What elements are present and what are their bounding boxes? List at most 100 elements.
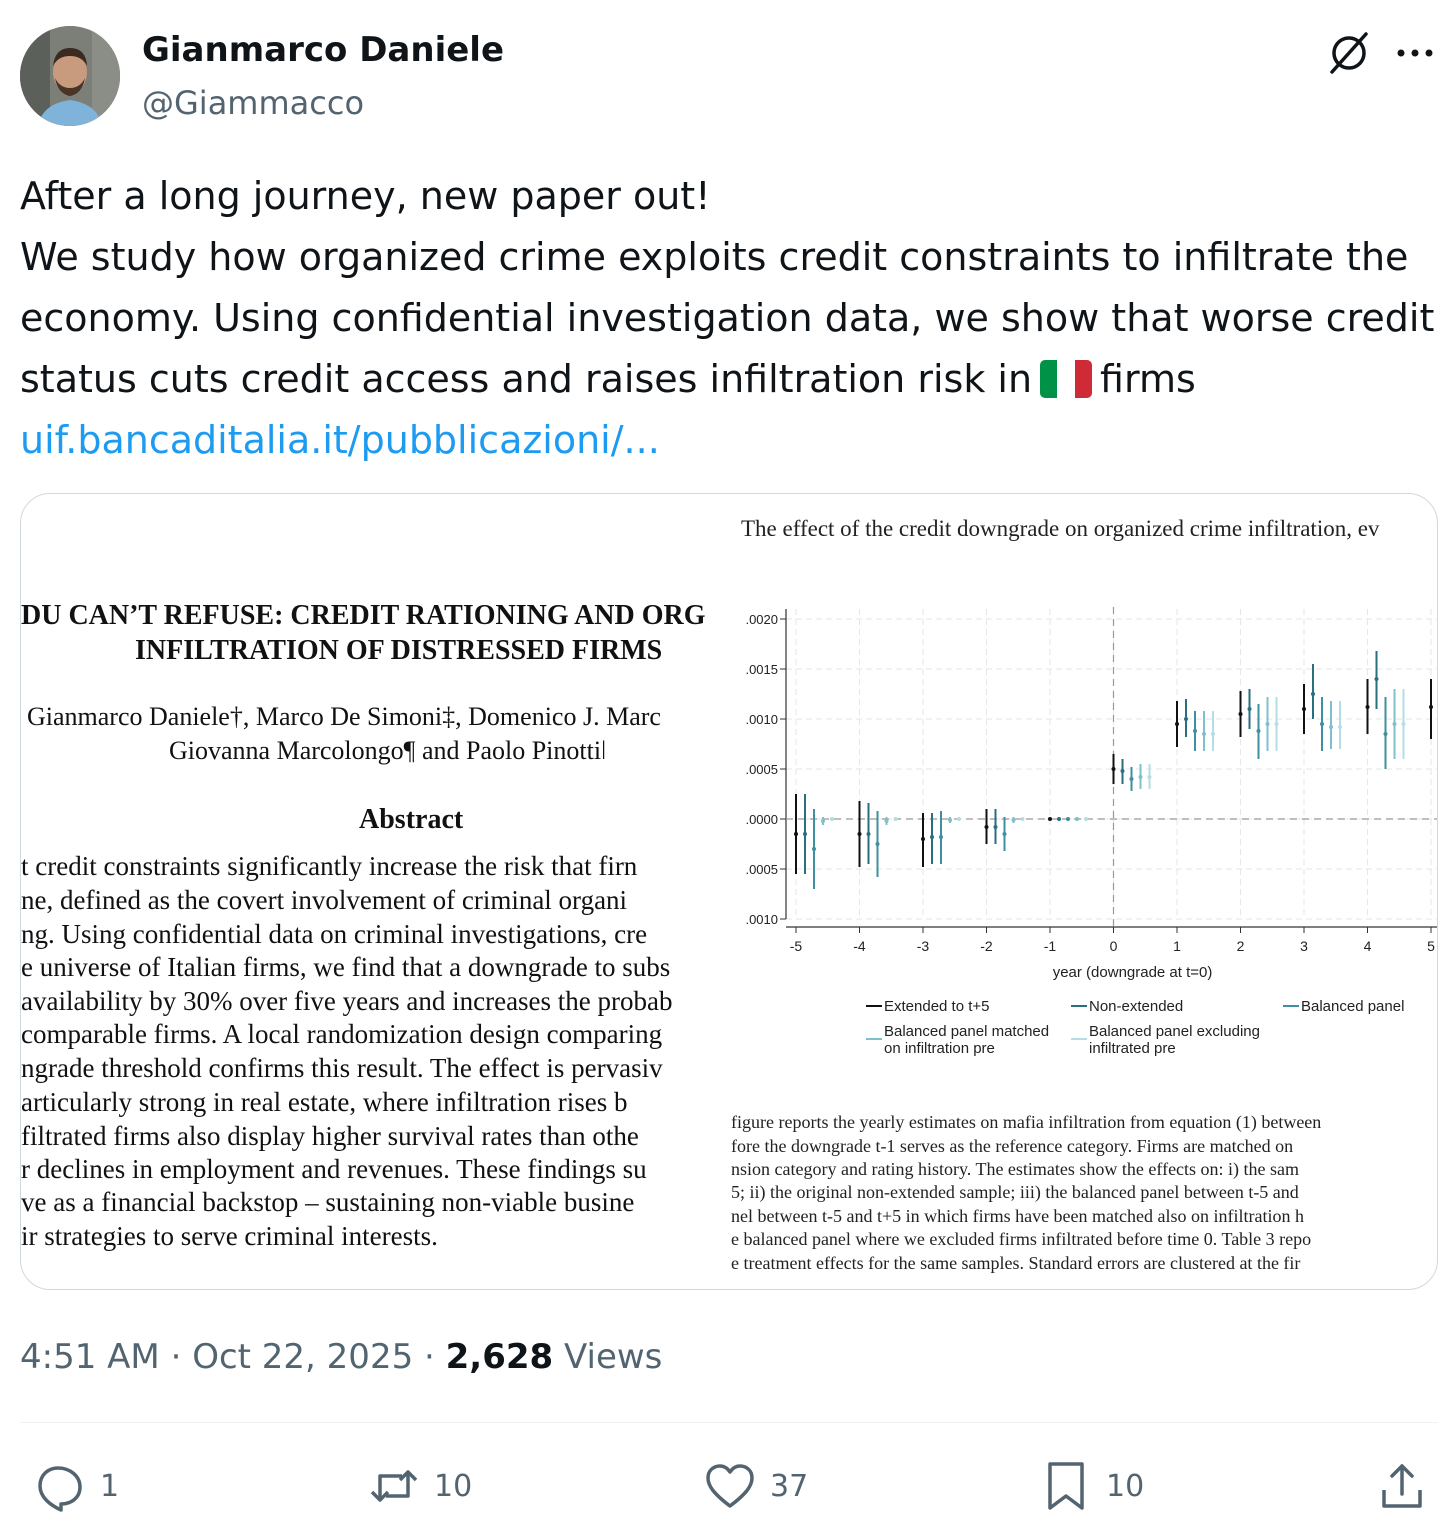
abstract-line: ngrade threshold confirms this result. T… <box>21 1053 663 1083</box>
abstract-line: availability by 30% over five years and … <box>21 986 673 1016</box>
point-estimate <box>1274 722 1279 726</box>
x-tick-label: -4 <box>853 938 866 954</box>
point-estimate <box>1147 775 1152 779</box>
meta-separator: · <box>424 1337 435 1377</box>
repost-button[interactable]: 10 <box>368 1458 472 1514</box>
handle[interactable]: @Giammacco <box>142 84 364 122</box>
caption-line: e balanced panel where we excluded firms… <box>731 1229 1312 1249</box>
abstract-line: e universe of Italian firms, we find tha… <box>21 952 671 982</box>
more-icon[interactable] <box>1394 30 1436 76</box>
paper-authors: Giovanna Marcolongo¶ and Paolo Pinottiǀ <box>169 736 607 765</box>
reply-button[interactable]: 1 <box>34 1458 119 1514</box>
avatar[interactable] <box>20 26 120 126</box>
point-estimate <box>830 817 834 821</box>
abstract-line: t credit constraints significantly incre… <box>21 851 638 881</box>
reply-icon <box>38 1466 82 1512</box>
repost-count: 10 <box>434 1468 473 1504</box>
tweet-time[interactable]: 4:51 AM <box>20 1337 160 1377</box>
x-tick-label: 1 <box>1173 938 1181 954</box>
y-tick-label: .0015 <box>745 662 778 677</box>
abstract-line: r declines in employment and revenues. T… <box>21 1154 647 1184</box>
point-estimate <box>993 825 998 829</box>
paper-authors: Gianmarco Daniele†, Marco De Simoni‡, Do… <box>27 702 661 731</box>
point-estimate <box>1338 725 1342 729</box>
reply-count: 1 <box>100 1468 120 1504</box>
tweet-line-text: firms <box>1100 357 1196 401</box>
point-estimate <box>884 819 889 823</box>
legend-label: Extended to t+5 <box>884 998 990 1015</box>
legend-label: Balanced panel matched <box>884 1023 1049 1040</box>
italy-flag-icon <box>1040 360 1093 398</box>
tweet-link[interactable]: uif.bancaditalia.it/pubblicazioni/... <box>20 410 1440 471</box>
share-icon <box>1382 1464 1422 1508</box>
point-estimate <box>1429 705 1433 709</box>
abstract-line: articularly strong in real estate, where… <box>21 1087 628 1117</box>
like-button[interactable]: 37 <box>704 1458 808 1514</box>
y-tick-label: .0005 <box>745 762 778 777</box>
views-label: Views <box>564 1337 663 1377</box>
abstract-line: ir strategies to serve criminal interest… <box>21 1221 438 1251</box>
point-estimate <box>1193 729 1197 733</box>
x-tick-label: -1 <box>1044 938 1057 954</box>
caption-line: nsion category and rating history. The e… <box>731 1159 1300 1179</box>
grok-icon[interactable] <box>1326 30 1372 76</box>
y-tick-label: .0020 <box>745 612 778 627</box>
point-estimate <box>1320 722 1324 726</box>
tweet-text: After a long journey, new paper out! We … <box>20 166 1440 471</box>
paper-title-line: DU CAN’T REFUSE: CREDIT RATIONING AND OR… <box>21 600 706 631</box>
point-estimate <box>794 832 798 836</box>
point-estimate <box>1238 712 1243 716</box>
point-estimate <box>821 819 825 823</box>
x-tick-label: 5 <box>1427 938 1435 954</box>
x-tick-label: 0 <box>1110 938 1118 954</box>
share-button[interactable] <box>1376 1458 1428 1514</box>
y-tick-label: .0005 <box>745 862 778 877</box>
point-estimate <box>875 842 880 846</box>
caption-line: e treatment effects for the same samples… <box>731 1253 1301 1273</box>
paper-excerpt: DU CAN’T REFUSE: CREDIT RATIONING AND OR… <box>21 494 731 1289</box>
media-image[interactable]: DU CAN’T REFUSE: CREDIT RATIONING AND OR… <box>20 493 1438 1290</box>
x-tick-label: 2 <box>1237 938 1245 954</box>
point-estimate <box>1184 717 1188 721</box>
y-tick-label: .0000 <box>745 812 778 827</box>
x-tick-label: -2 <box>980 938 993 954</box>
bookmark-button[interactable]: 10 <box>1040 1458 1144 1514</box>
meta-separator: · <box>170 1337 182 1377</box>
y-tick-label: .0010 <box>745 712 778 727</box>
point-estimate <box>1265 722 1270 726</box>
y-tick-label: .0010 <box>745 912 778 927</box>
point-estimate <box>866 832 871 836</box>
abstract-heading: Abstract <box>359 804 464 835</box>
point-estimate <box>1138 775 1143 779</box>
point-estimate <box>957 817 961 821</box>
views-count: 2,628 <box>445 1337 554 1377</box>
point-estimate <box>1329 725 1333 729</box>
point-estimate <box>1084 817 1088 821</box>
point-estimate <box>893 817 898 821</box>
point-estimate <box>1129 777 1134 781</box>
tweet-date[interactable]: Oct 22, 2025 <box>192 1337 413 1377</box>
point-estimate <box>1374 677 1379 681</box>
event-study-chart: .0020 .0015 .0010 .0005 .0000 .0005 .0010 -5 -4 -… <box>745 607 1437 1057</box>
caption-line: nel between t-5 and t+5 in which firms h… <box>731 1206 1304 1226</box>
like-count: 37 <box>770 1468 809 1504</box>
caption-line: fore the downgrade t-1 serves as the ref… <box>731 1136 1294 1156</box>
point-estimate <box>1002 832 1007 836</box>
tweet-line: We study how organized crime exploits cr… <box>20 235 1409 279</box>
point-estimate <box>1401 722 1406 726</box>
abstract-line: filtrated firms also display higher surv… <box>21 1121 639 1151</box>
divider <box>20 1422 1438 1423</box>
x-tick-label: 4 <box>1364 938 1372 954</box>
point-estimate <box>1066 817 1070 821</box>
point-estimate <box>1020 817 1025 821</box>
caption-line: figure reports the yearly estimates on m… <box>731 1112 1322 1132</box>
figure-excerpt: The effect of the credit downgrade on or… <box>731 494 1437 1289</box>
tweet-line-text: status cuts credit access and raises inf… <box>20 357 1033 401</box>
legend-label: Non-extended <box>1089 998 1183 1015</box>
x-axis-label: year (downgrade at t=0) <box>1053 964 1213 981</box>
display-name[interactable]: Gianmarco Daniele <box>142 30 504 70</box>
x-tick-label: 3 <box>1300 938 1308 954</box>
point-estimate <box>1247 707 1252 711</box>
point-estimate <box>984 825 989 829</box>
abstract-line: ve as a financial backstop – sustaining … <box>21 1187 635 1217</box>
